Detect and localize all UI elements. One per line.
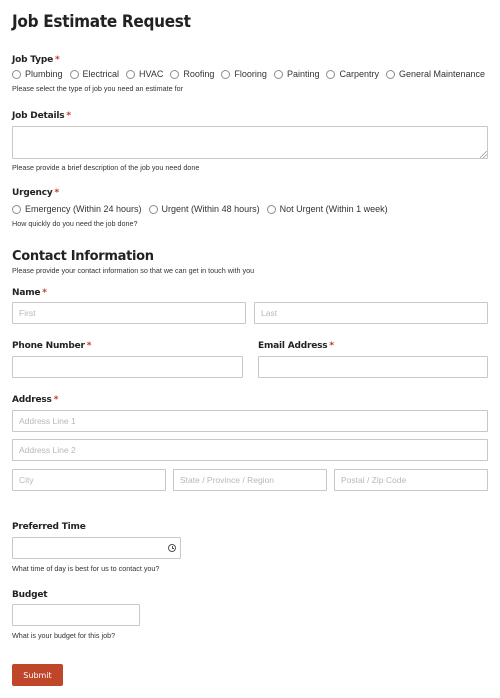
radio-button[interactable] <box>12 204 21 214</box>
preferred-time-hint: What time of day is best for us to conta… <box>12 564 160 573</box>
job-details-textarea[interactable] <box>12 126 488 159</box>
zip-input[interactable] <box>334 469 488 491</box>
phone-label: Phone Number * <box>12 341 92 351</box>
job-type-option-label: HVAC <box>139 69 164 79</box>
radio-button[interactable] <box>148 204 158 214</box>
job-type-option[interactable]: Roofing <box>170 69 214 79</box>
preferred-time-input[interactable] <box>12 537 181 559</box>
name-label: Name * <box>12 288 47 298</box>
contact-section-subtitle: Please provide your contact information … <box>12 266 255 275</box>
job-type-option-label: Electrical <box>82 69 120 79</box>
job-type-option-label: Plumbing <box>25 69 63 79</box>
job-type-option-label: Carpentry <box>339 69 379 79</box>
city-input[interactable] <box>12 469 166 491</box>
required-marker: * <box>86 341 92 351</box>
budget-hint: What is your budget for this job? <box>12 631 116 640</box>
radio-button[interactable] <box>170 69 180 79</box>
required-marker: * <box>66 111 71 121</box>
radio-button[interactable] <box>12 69 21 79</box>
job-type-option-label: General Maintenance <box>398 69 486 79</box>
job-type-option-label: Roofing <box>183 69 215 79</box>
job-type-option[interactable]: Plumbing <box>12 69 63 79</box>
job-type-option[interactable]: Electrical <box>69 69 120 79</box>
email-label: Email Address * <box>258 341 334 351</box>
job-type-option-label: Painting <box>286 69 320 79</box>
last-name-input[interactable] <box>254 302 488 324</box>
required-marker: * <box>54 188 60 198</box>
first-name-input[interactable] <box>12 302 246 324</box>
radio-button[interactable] <box>69 69 79 79</box>
job-type-label: Job Type * <box>12 55 60 65</box>
urgency-option[interactable]: Urgent (Within 48 hours) <box>148 204 260 214</box>
job-type-option[interactable]: General Maintenance <box>385 69 486 79</box>
radio-button[interactable] <box>326 69 336 79</box>
required-marker: * <box>329 341 334 351</box>
urgency-option-label: Emergency (Within 24 hours) <box>25 204 142 214</box>
phone-input[interactable] <box>12 356 243 378</box>
job-type-option[interactable]: Carpentry <box>326 69 379 79</box>
job-type-option-label: Flooring <box>234 69 267 79</box>
urgency-option[interactable]: Emergency (Within 24 hours) <box>12 204 142 214</box>
job-type-option[interactable]: HVAC <box>126 69 163 79</box>
job-type-option[interactable]: Flooring <box>221 69 267 79</box>
job-details-hint: Please provide a brief description of th… <box>12 163 200 172</box>
job-type-options: Plumbing Electrical HVAC Roofing Flooring Pai… <box>12 69 492 79</box>
urgency-options: Emergency (Within 24 hours) Urgent (Withi… <box>12 204 395 214</box>
required-marker: * <box>55 55 60 65</box>
address-line1-input[interactable] <box>12 410 488 432</box>
radio-button[interactable] <box>266 204 276 214</box>
radio-button[interactable] <box>385 69 395 79</box>
required-marker: * <box>42 288 47 298</box>
required-marker: * <box>53 395 59 405</box>
budget-input[interactable] <box>12 604 140 626</box>
job-details-wrapper <box>12 126 488 159</box>
urgency-option-label: Urgent (Within 48 hours) <box>161 204 260 214</box>
budget-label: Budget <box>12 590 48 600</box>
preferred-time-wrapper <box>12 537 181 559</box>
resize-handle-icon[interactable] <box>480 151 487 158</box>
urgency-hint: How quickly do you need the job done? <box>12 219 138 228</box>
urgency-label: Urgency * <box>12 188 60 198</box>
address-line2-input[interactable] <box>12 439 488 461</box>
email-input[interactable] <box>258 356 488 378</box>
address-label: Address * <box>12 395 59 405</box>
radio-button[interactable] <box>126 69 136 79</box>
job-details-label: Job Details * <box>12 111 71 121</box>
urgency-option-label: Not Urgent (Within 1 week) <box>279 204 388 214</box>
state-input[interactable] <box>173 469 327 491</box>
preferred-time-label: Preferred Time <box>12 522 86 532</box>
job-type-hint: Please select the type of job you need a… <box>12 84 184 93</box>
radio-button[interactable] <box>273 69 283 79</box>
contact-section-title: Contact Information <box>12 249 154 264</box>
job-type-option[interactable]: Painting <box>273 69 320 79</box>
clock-icon[interactable] <box>168 544 176 552</box>
page-title: Job Estimate Request <box>12 12 191 32</box>
radio-button[interactable] <box>221 69 231 79</box>
submit-button[interactable]: Submit <box>12 664 63 686</box>
urgency-option[interactable]: Not Urgent (Within 1 week) <box>266 204 388 214</box>
